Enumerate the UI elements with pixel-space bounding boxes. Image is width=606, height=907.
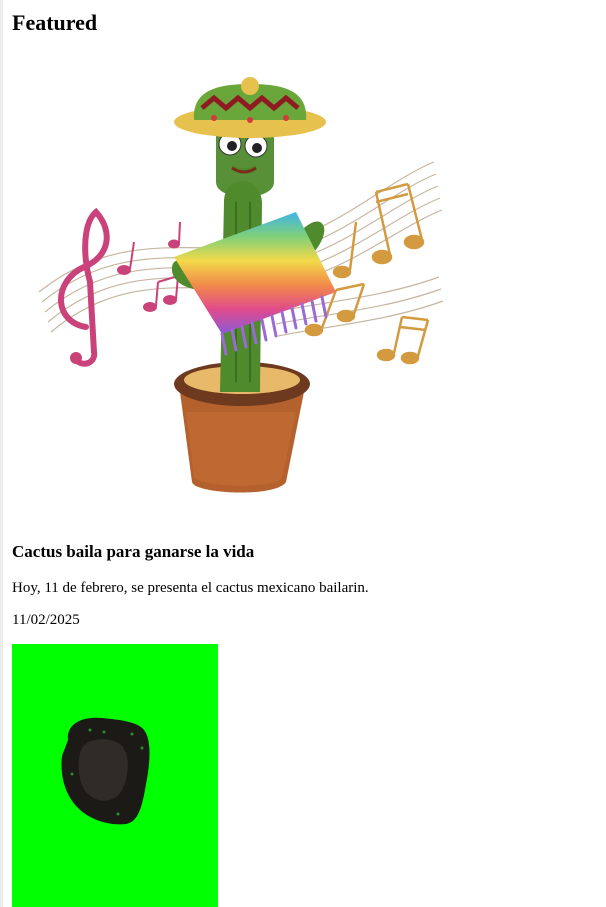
treble-clef-icon: [58, 207, 110, 367]
page-left-border: [0, 0, 3, 907]
article-summary: Hoy, 11 de febrero, se presenta el cactu…: [12, 580, 369, 596]
dark-blob-image: [61, 717, 150, 825]
sombrero-hat: [174, 77, 326, 138]
section-heading: Featured: [12, 10, 98, 35]
article-date: 11/02/2025: [12, 612, 80, 628]
green-screen-thumbnail[interactable]: [12, 644, 218, 907]
music-notes-left-icon: [117, 221, 181, 312]
article-title[interactable]: Cactus baila para ganarse la vida: [12, 541, 254, 563]
dancing-cactus-toy-image[interactable]: [24, 62, 464, 524]
